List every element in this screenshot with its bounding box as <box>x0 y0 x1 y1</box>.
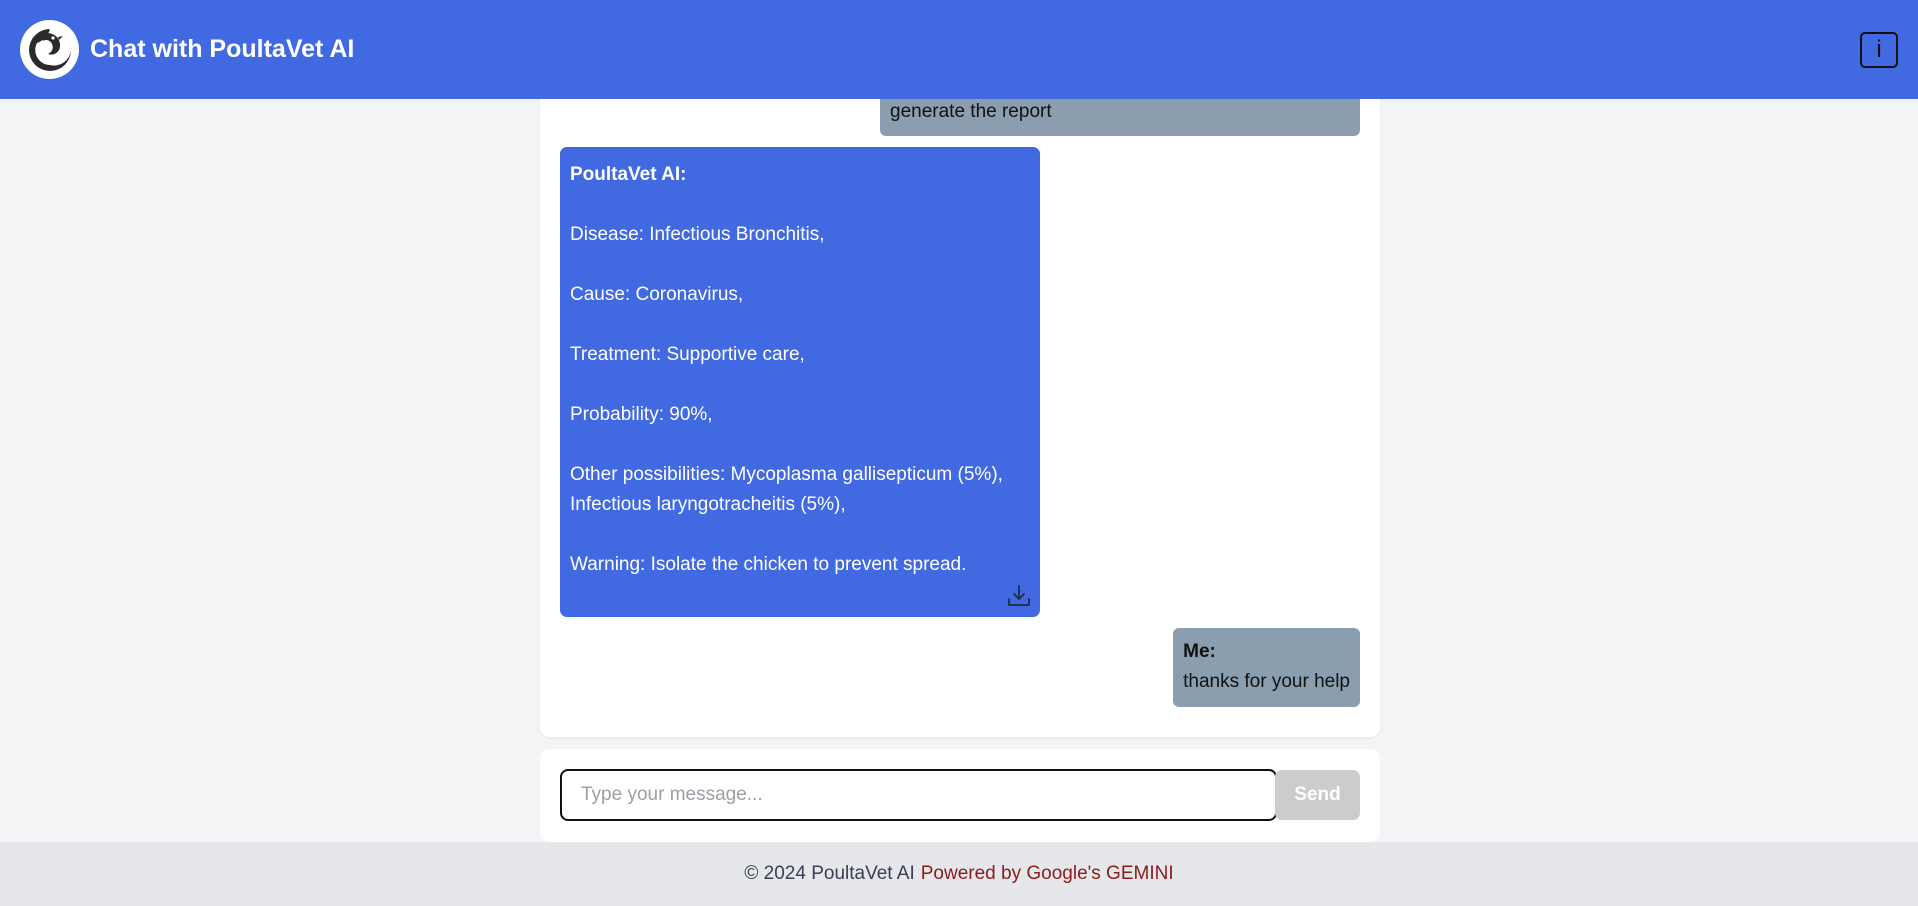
user-message: Me: thanks for your help <box>1173 628 1360 707</box>
diagnosis-cause: Cause: Coronavirus, <box>570 284 744 305</box>
diagnosis-probability: Probability: 90%, <box>570 404 713 425</box>
send-button[interactable]: Send <box>1275 770 1360 820</box>
ai-message: PoultaVet AI: Disease: Infectious Bronch… <box>560 147 1040 617</box>
download-icon[interactable] <box>1006 583 1032 609</box>
page-title: Chat with PoultaVet AI <box>90 35 355 63</box>
app-header: Chat with PoultaVet AI i <box>0 0 1918 99</box>
user-message-text: thanks for your help <box>1183 671 1350 692</box>
diagnosis-other-1: Other possibilities: Mycoplasma gallisep… <box>570 464 1003 485</box>
user-message-text: generate the report <box>890 101 1052 122</box>
message-input[interactable] <box>560 769 1277 821</box>
composer: Send <box>540 749 1380 842</box>
diagnosis-treatment: Treatment: Supportive care, <box>570 344 805 365</box>
copyright-text: © 2024 PoultaVet AI <box>744 863 915 884</box>
hen-logo-icon <box>20 20 79 79</box>
powered-by-link[interactable]: Powered by Google's GEMINI <box>921 863 1174 885</box>
diagnosis-disease: Disease: Infectious Bronchitis, <box>570 224 825 245</box>
user-sender-label: Me: <box>1183 641 1216 662</box>
diagnosis-other-2: Infectious laryngotracheitis (5%), <box>570 494 846 515</box>
diagnosis-warning: Warning: Isolate the chicken to prevent … <box>570 554 967 575</box>
ai-sender-label: PoultaVet AI: <box>570 164 687 185</box>
footer: © 2024 PoultaVet AI Powered by Google's … <box>0 842 1918 906</box>
chat-window: generate the report PoultaVet AI: Diseas… <box>540 88 1380 737</box>
info-button[interactable]: i <box>1860 32 1898 68</box>
